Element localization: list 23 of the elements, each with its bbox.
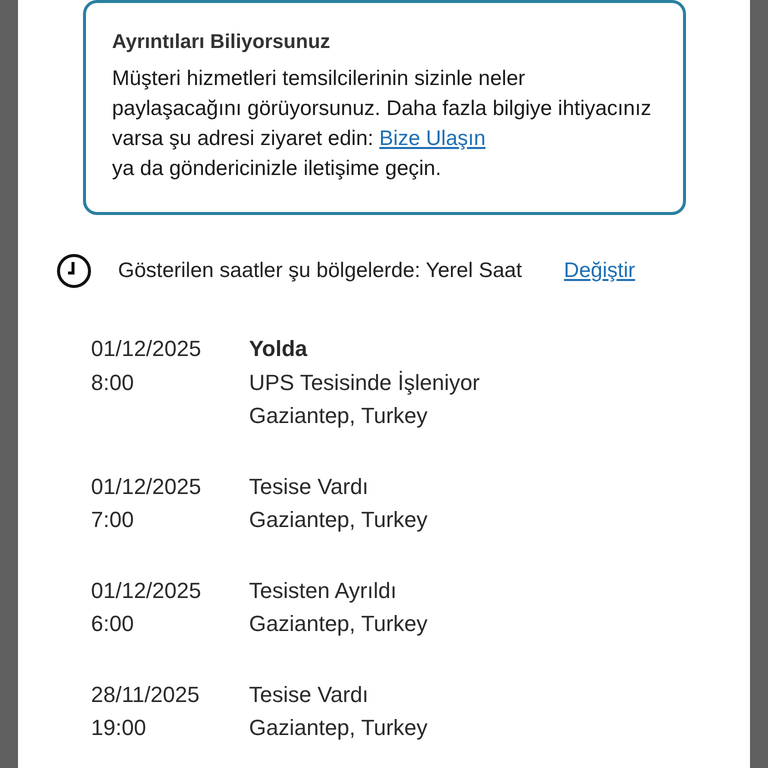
contact-link[interactable]: Bize Ulaşın	[379, 127, 486, 150]
card-title: Ayrıntıları Biliyorsunuz	[112, 31, 332, 54]
event-status: Tesise Vardı	[249, 680, 370, 708]
info-text: Müşteri hizmetleri temsilcilerinin sizinle neler paylaşacağını görüyorsunuz. Daha fazla bilgiye ihtiyacınız varsa şu adresi ziyaret edin: Bize Ulaşın ya da göndericinizle iletişime geçin.	[112, 66, 652, 182]
event-time: 7:00	[91, 506, 135, 534]
event-date: 01/12/2025	[91, 576, 202, 604]
event-status: Yolda	[249, 335, 308, 363]
event-detail: Gaziantep, Turkey	[249, 402, 429, 430]
event-time: 8:00	[91, 368, 135, 396]
event-date: 28/11/2025	[91, 680, 200, 708]
event-date: 01/12/2025	[91, 335, 202, 363]
change-link[interactable]: Değiştir	[564, 259, 636, 283]
event-detail: UPS Tesisinde İşleniyor	[249, 368, 480, 397]
event-time: 6:00	[91, 610, 135, 638]
event-date: 01/12/2025	[91, 472, 202, 500]
timezone-text: Gösterilen saatler şu bölgelerde: Yerel Saat	[118, 259, 522, 283]
event-time: 19:00	[91, 714, 148, 742]
event-detail: Gaziantep, Turkey	[249, 714, 428, 742]
clock-icon	[56, 253, 92, 289]
event-status: Tesisten Ayrıldı	[249, 576, 398, 605]
event-detail: Gaziantep, Turkey	[249, 506, 428, 534]
event-detail: Gaziantep, Turkey	[249, 610, 428, 638]
event-status: Tesise Vardı	[249, 472, 370, 500]
